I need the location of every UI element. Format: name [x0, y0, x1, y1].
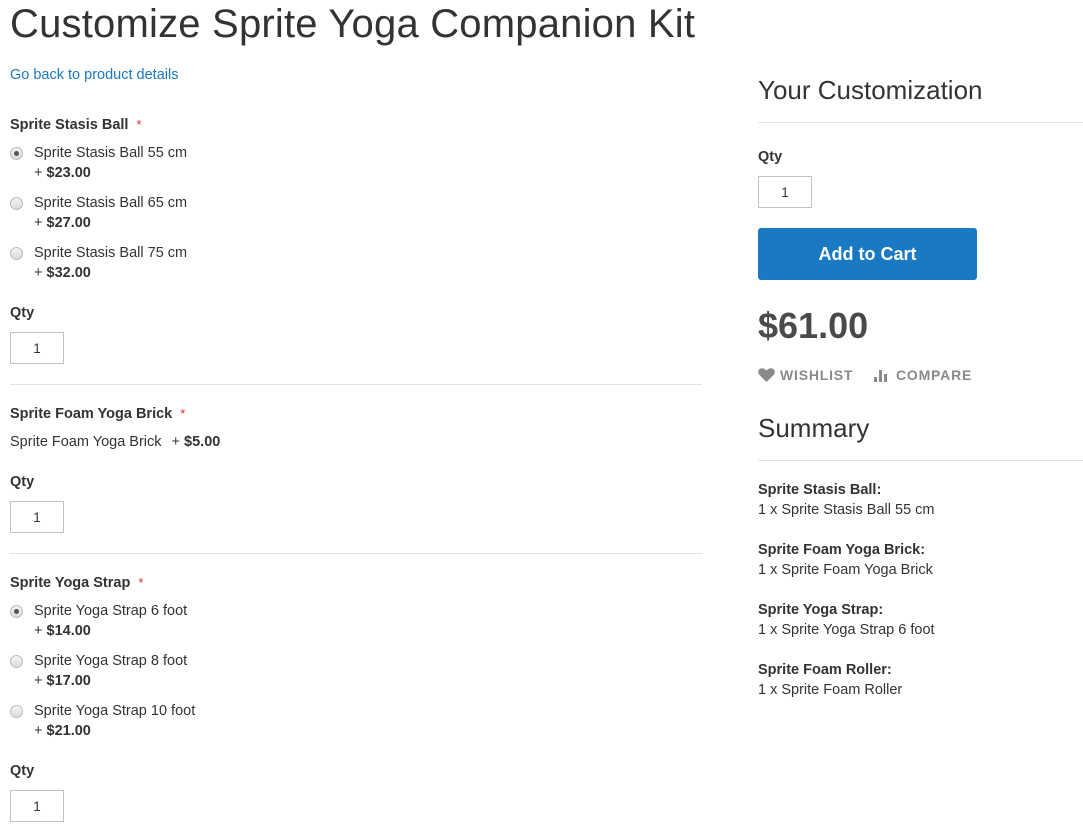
radio-button[interactable] [10, 197, 23, 210]
choice-label: Sprite Foam Yoga Brick [10, 434, 162, 450]
choice-label: Sprite Stasis Ball 55 cm [34, 145, 188, 161]
compare-label: COMPARE [896, 367, 973, 383]
option-title-text: Sprite Foam Yoga Brick [10, 406, 173, 422]
summary-item-value: 1 x Sprite Stasis Ball 55 cm [758, 502, 935, 518]
radio-button[interactable] [10, 147, 23, 160]
summary-item-title: Sprite Yoga Strap: [758, 602, 884, 618]
choice-label: Sprite Stasis Ball 75 cm [34, 245, 188, 261]
choice-price: + $21.00 [34, 723, 91, 739]
required-mark: * [138, 575, 144, 590]
summary-item-title: Sprite Foam Roller: [758, 662, 892, 678]
option-title-text: Sprite Yoga Strap [10, 575, 131, 591]
choice-price: + $23.00 [34, 165, 91, 181]
radio-button[interactable] [10, 705, 23, 718]
summary-heading: Summary [758, 413, 870, 443]
option-title-stasis-ball: Sprite Stasis Ball * [10, 117, 142, 133]
choice-price: + $5.00 [171, 434, 221, 450]
choice-price: + $27.00 [34, 215, 91, 231]
your-customization-heading: Your Customization [758, 75, 983, 105]
option-title-text: Sprite Stasis Ball [10, 117, 129, 133]
choice-label: Sprite Yoga Strap 6 foot [34, 603, 188, 619]
radio-button[interactable] [10, 605, 23, 618]
choice-label: Sprite Yoga Strap 10 foot [34, 703, 196, 719]
choice-price: + $32.00 [34, 265, 91, 281]
qty-label: Qty [10, 305, 35, 321]
yoga-brick-qty-input[interactable] [10, 501, 64, 533]
divider [758, 460, 1083, 461]
summary-item-title: Sprite Foam Yoga Brick: [758, 542, 926, 558]
qty-label: Qty [758, 149, 783, 165]
required-mark: * [180, 406, 186, 421]
option-title-yoga-strap: Sprite Yoga Strap * [10, 575, 143, 591]
stasis-ball-qty-input[interactable] [10, 332, 64, 364]
choice-price: + $14.00 [34, 623, 91, 639]
divider [10, 553, 702, 554]
bundle-qty-input[interactable] [758, 176, 812, 208]
radio-button[interactable] [10, 655, 23, 668]
summary-item-title: Sprite Stasis Ball: [758, 482, 882, 498]
option-single-yoga-brick: Sprite Foam Yoga Brick + $5.00 [10, 434, 220, 450]
heart-icon [758, 368, 775, 382]
divider [758, 122, 1083, 123]
compare-link[interactable]: COMPARE [874, 367, 972, 383]
page-title: Customize Sprite Yoga Companion Kit [10, 2, 696, 46]
choice-price: + $17.00 [34, 673, 91, 689]
required-mark: * [136, 117, 142, 132]
wishlist-label: WISHLIST [780, 367, 854, 383]
add-to-cart-button[interactable]: Add to Cart [758, 228, 977, 280]
wishlist-link[interactable]: WISHLIST [758, 367, 853, 383]
qty-label: Qty [10, 474, 35, 490]
summary-item-value: 1 x Sprite Foam Roller [758, 682, 903, 698]
back-to-product-link[interactable]: Go back to product details [10, 67, 178, 83]
divider [10, 384, 702, 385]
qty-label: Qty [10, 763, 35, 779]
bundle-price: $61.00 [758, 305, 869, 346]
option-title-yoga-brick: Sprite Foam Yoga Brick * [10, 406, 185, 422]
compare-bars-icon [874, 370, 887, 382]
summary-item-value: 1 x Sprite Yoga Strap 6 foot [758, 622, 935, 638]
summary-item-value: 1 x Sprite Foam Yoga Brick [758, 562, 933, 578]
choice-label: Sprite Yoga Strap 8 foot [34, 653, 188, 669]
choice-label: Sprite Stasis Ball 65 cm [34, 195, 188, 211]
radio-button[interactable] [10, 247, 23, 260]
yoga-strap-qty-input[interactable] [10, 790, 64, 822]
